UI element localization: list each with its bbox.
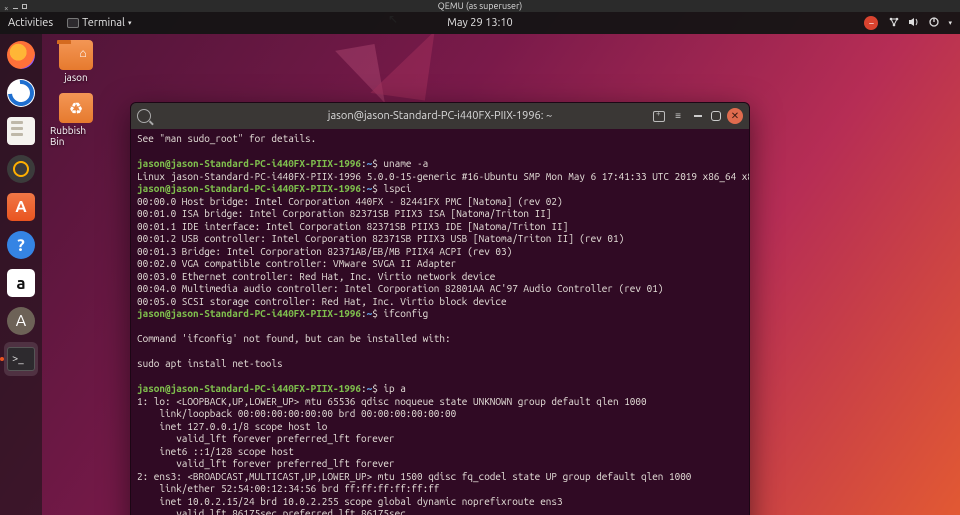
firefox-icon xyxy=(7,41,35,69)
term-line: 00:01.0 ISA bridge: Intel Corporation 82… xyxy=(137,208,551,219)
qemu-titlebar: × QEMU (as superuser) xyxy=(0,0,960,12)
prompt-user: jason@jason-Standard-PC-i440FX-PIIX-1996 xyxy=(137,158,361,169)
thunderbird-icon xyxy=(7,79,35,107)
app-menu-label: Terminal xyxy=(82,17,125,29)
qemu-max-icon[interactable] xyxy=(22,4,27,9)
desktop: ↖ Activities Terminal ▾ May 29 13:10 – xyxy=(0,12,960,515)
dock-rhythmbox[interactable] xyxy=(4,152,38,186)
rhythmbox-icon xyxy=(7,155,35,183)
home-folder-icon: ⌂ xyxy=(59,40,93,70)
qemu-title: QEMU (as superuser) xyxy=(438,1,522,11)
term-line: 00:00.0 Host bridge: Intel Corporation 4… xyxy=(137,196,563,207)
search-icon[interactable] xyxy=(137,109,151,123)
qemu-close-icon[interactable]: × xyxy=(4,4,9,9)
dock: A ? a A >_ xyxy=(0,34,42,515)
volume-icon xyxy=(908,16,920,31)
term-line: 00:03.0 Ethernet controller: Red Hat, In… xyxy=(137,271,495,282)
term-line: 00:01.2 USB controller: Intel Corporatio… xyxy=(137,233,624,244)
system-status-area[interactable]: ▾ xyxy=(888,16,952,31)
prompt-user: jason@jason-Standard-PC-i440FX-PIIX-1996 xyxy=(137,383,361,394)
app-menu-terminal[interactable]: Terminal ▾ xyxy=(67,17,131,29)
term-line: valid_lft forever preferred_lft forever xyxy=(137,433,395,444)
term-cmd: ip a xyxy=(383,383,405,394)
term-line: 2: ens3: <BROADCAST,MULTICAST,UP,LOWER_U… xyxy=(137,471,691,482)
activities-label: Activities xyxy=(8,17,53,29)
term-cmd: ifconfig xyxy=(383,308,428,319)
term-line: 00:01.1 IDE interface: Intel Corporation… xyxy=(137,221,568,232)
dock-amazon[interactable]: a xyxy=(4,266,38,300)
hamburger-menu-icon[interactable]: ≡ xyxy=(671,109,685,123)
dock-updater[interactable]: A xyxy=(4,304,38,338)
desktop-trash[interactable]: Rubbish Bin xyxy=(50,93,102,147)
dock-help[interactable]: ? xyxy=(4,228,38,262)
chevron-down-icon: ▾ xyxy=(948,19,952,27)
terminal-output[interactable]: See "man sudo_root" for details. jason@j… xyxy=(131,129,749,515)
term-line: link/loopback 00:00:00:00:00:00 brd 00:0… xyxy=(137,408,456,419)
chevron-down-icon: ▾ xyxy=(128,19,132,27)
term-line: 00:04.0 Multimedia audio controller: Int… xyxy=(137,283,663,294)
close-button[interactable]: ✕ xyxy=(727,108,743,124)
dock-firefox[interactable] xyxy=(4,38,38,72)
terminal-icon: >_ xyxy=(7,347,35,371)
clock[interactable]: May 29 13:10 xyxy=(447,17,512,29)
qemu-min-icon[interactable] xyxy=(13,4,18,9)
notification-indicator[interactable]: – xyxy=(864,16,878,30)
desktop-home-folder[interactable]: ⌂ jason xyxy=(50,40,102,83)
network-icon xyxy=(888,16,900,31)
dock-thunderbird[interactable] xyxy=(4,76,38,110)
help-icon: ? xyxy=(7,231,35,259)
term-line: Command 'ifconfig' not found, but can be… xyxy=(137,333,451,344)
dock-software[interactable]: A xyxy=(4,190,38,224)
minimize-button[interactable] xyxy=(691,109,705,123)
term-line: link/ether 52:54:00:12:34:56 brd ff:ff:f… xyxy=(137,483,439,494)
term-line: valid_lft forever preferred_lft forever xyxy=(137,458,395,469)
amazon-icon: a xyxy=(7,269,35,297)
terminal-window: jason@jason-Standard-PC-i440FX-PIIX-1996… xyxy=(130,102,750,515)
dock-files[interactable] xyxy=(4,114,38,148)
clock-label: May 29 13:10 xyxy=(447,17,512,29)
term-line: See "man sudo_root" for details. xyxy=(137,133,316,144)
term-line: Linux jason-Standard-PC-i440FX-PIIX-1996… xyxy=(137,171,750,182)
term-line: 00:01.3 Bridge: Intel Corporation 82371A… xyxy=(137,246,512,257)
desktop-icon-label: Rubbish Bin xyxy=(50,125,102,147)
term-line: valid_lft 86175sec preferred_lft 86175se… xyxy=(137,508,406,515)
running-indicator-icon xyxy=(0,357,4,361)
term-line: inet 127.0.0.1/8 scope host lo xyxy=(137,421,327,432)
desktop-icons: ⌂ jason Rubbish Bin xyxy=(50,40,102,147)
term-cmd: lspci xyxy=(383,183,411,194)
maximize-button[interactable] xyxy=(711,111,721,121)
software-icon: A xyxy=(7,193,35,221)
term-line: 00:05.0 SCSI storage controller: Red Hat… xyxy=(137,296,507,307)
term-line: sudo apt install net-tools xyxy=(137,358,283,369)
new-tab-icon[interactable]: + xyxy=(653,111,665,122)
dock-terminal[interactable]: >_ xyxy=(4,342,38,376)
term-line: inet6 ::1/128 scope host xyxy=(137,446,299,457)
trash-icon xyxy=(59,93,93,123)
power-icon xyxy=(928,16,940,31)
prompt-user: jason@jason-Standard-PC-i440FX-PIIX-1996 xyxy=(137,308,361,319)
activities-button[interactable]: Activities xyxy=(8,17,53,29)
desktop-icon-label: jason xyxy=(64,72,87,83)
terminal-title: jason@jason-Standard-PC-i440FX-PIIX-1996… xyxy=(328,110,552,122)
gnome-topbar: Activities Terminal ▾ May 29 13:10 – ▾ xyxy=(0,12,960,34)
term-line: 1: lo: <LOOPBACK,UP,LOWER_UP> mtu 65536 … xyxy=(137,396,647,407)
term-line: inet 10.0.2.15/24 brd 10.0.2.255 scope g… xyxy=(137,496,563,507)
term-line: 00:02.0 VGA compatible controller: VMwar… xyxy=(137,258,456,269)
software-updater-icon: A xyxy=(7,307,35,335)
terminal-titlebar[interactable]: jason@jason-Standard-PC-i440FX-PIIX-1996… xyxy=(131,103,749,129)
files-icon xyxy=(7,117,35,145)
terminal-icon xyxy=(67,18,79,28)
term-cmd: uname -a xyxy=(383,158,428,169)
prompt-user: jason@jason-Standard-PC-i440FX-PIIX-1996 xyxy=(137,183,361,194)
